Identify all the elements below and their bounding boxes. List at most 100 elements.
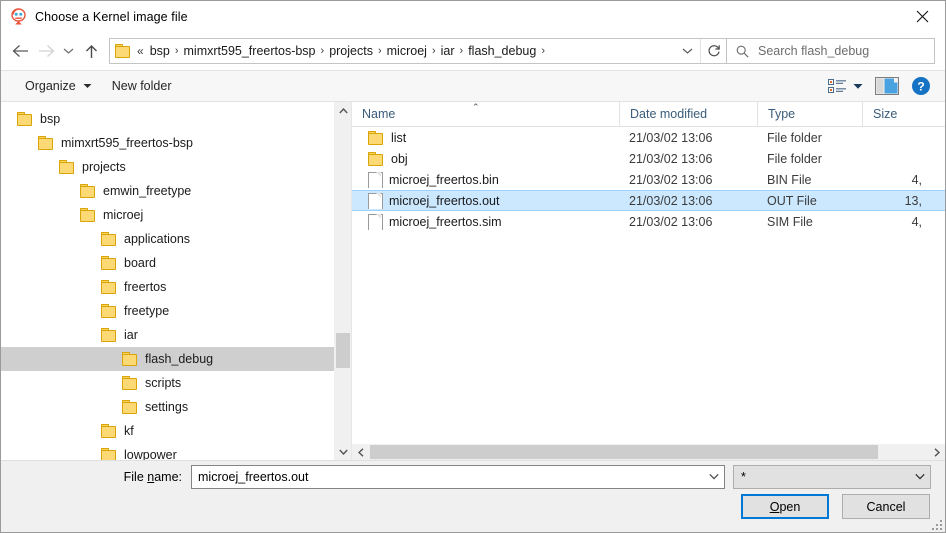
folder-tree-list: bsp mimxrt595_freertos-bsp projects emwin_f… [1, 107, 351, 460]
filename-value[interactable]: microej_freertos.out [192, 470, 704, 484]
cancel-label: Cancel [866, 499, 906, 514]
tree-item-label: kf [124, 424, 134, 438]
file-size-cell: 4, [862, 215, 922, 229]
up-level-icon[interactable] [78, 38, 104, 64]
folder-icon [368, 151, 384, 166]
tree-item-kf[interactable]: kf [1, 419, 351, 443]
search-input[interactable]: Search flash_debug [727, 38, 935, 64]
breadcrumb-separator[interactable]: › [430, 39, 438, 63]
column-header-size[interactable]: Size [862, 101, 922, 127]
scroll-down-icon[interactable] [335, 443, 351, 460]
new-folder-button[interactable]: New folder [102, 73, 182, 99]
breadcrumb-item-mimxrt595-freertos-bsp[interactable]: mimxrt595_freertos-bsp [181, 39, 319, 63]
tree-item-emwin-freetype[interactable]: emwin_freetype [1, 179, 351, 203]
tree-item-iar[interactable]: iar [1, 323, 351, 347]
scroll-up-icon[interactable] [335, 102, 351, 119]
tree-item-lowpower[interactable]: lowpower [1, 443, 351, 460]
tree-item-microej[interactable]: microej [1, 203, 351, 227]
filter-chevron-down-icon[interactable] [910, 466, 930, 488]
scroll-left-icon[interactable] [352, 444, 369, 461]
folder-tree-pane[interactable]: bsp mimxrt595_freertos-bsp projects emwin_f… [1, 102, 352, 460]
organize-label: Organize [25, 79, 76, 93]
column-header-date-modified[interactable]: Date modified [619, 101, 757, 127]
filename-chevron-down-icon[interactable] [704, 466, 724, 488]
tree-item-label: freetype [124, 304, 170, 318]
table-row[interactable]: obj 21/03/02 13:06 File folder [352, 148, 945, 169]
folder-icon [101, 256, 117, 270]
folder-icon [80, 184, 96, 198]
file-list-pane[interactable]: Name ⌃ Date modified Type Size list 21/03… [352, 101, 945, 460]
navigation-bar: « bsp › mimxrt595_freertos-bsp › project… [1, 32, 945, 70]
tree-item-label: freertos [124, 280, 167, 294]
column-header-name-label: Name [362, 106, 396, 121]
tree-item-mimxrt595-freertos-bsp[interactable]: mimxrt595_freertos-bsp [1, 131, 351, 155]
horizontal-scrollbar-thumb[interactable] [370, 445, 878, 459]
folder-icon [101, 424, 117, 438]
column-header-type[interactable]: Type [757, 101, 862, 127]
help-button[interactable]: ? [905, 73, 937, 99]
breadcrumb-item-iar[interactable]: iar [438, 39, 458, 63]
column-header-row: Name ⌃ Date modified Type Size [352, 101, 945, 127]
table-row[interactable]: list 21/03/02 13:06 File folder [352, 127, 945, 148]
tree-item-scripts[interactable]: scripts [1, 371, 351, 395]
sort-ascending-icon: ⌃ [472, 101, 480, 112]
organize-button[interactable]: Organize [15, 73, 102, 99]
recent-locations-chevron-down-icon[interactable] [59, 38, 78, 64]
column-header-name[interactable]: Name ⌃ [352, 102, 619, 127]
table-row[interactable]: microej_freertos.sim 21/03/02 13:06 SIM Fi… [352, 211, 945, 232]
breadcrumb-separator[interactable]: › [376, 39, 384, 63]
close-icon[interactable] [899, 1, 945, 31]
file-type-filter-dropdown[interactable]: * [733, 464, 931, 489]
file-size-cell: 13, [862, 194, 922, 208]
file-type-filter-value: * [741, 469, 746, 484]
new-folder-label: New folder [111, 79, 172, 93]
tree-scrollbar-thumb[interactable] [336, 333, 350, 368]
filename-row: File name: microej_freertos.out * [1, 464, 945, 489]
tree-item-settings[interactable]: settings [1, 395, 351, 419]
tree-item-flash-debug[interactable]: flash_debug [1, 347, 351, 371]
table-row[interactable]: microej_freertos.out 21/03/02 13:06 OUT Fi… [352, 190, 945, 211]
dialog-footer: File name: microej_freertos.out * Open C… [1, 460, 945, 532]
breadcrumb-separator[interactable]: › [458, 39, 466, 63]
tree-item-board[interactable]: board [1, 251, 351, 275]
breadcrumb-item-flash-debug[interactable]: flash_debug [465, 39, 539, 63]
scroll-right-icon[interactable] [928, 444, 945, 461]
address-chevron-down-icon[interactable] [674, 39, 700, 63]
folder-icon [17, 112, 33, 126]
breadcrumb-item-microej[interactable]: microej [384, 39, 430, 63]
chevron-down-icon [83, 84, 92, 88]
tree-vertical-scrollbar[interactable] [334, 102, 351, 460]
tree-item-freetype[interactable]: freetype [1, 299, 351, 323]
breadcrumb-separator[interactable]: › [539, 39, 547, 63]
tree-item-label: bsp [40, 112, 61, 126]
tree-item-projects[interactable]: projects [1, 155, 351, 179]
table-row[interactable]: microej_freertos.bin 21/03/02 13:06 BIN Fi… [352, 169, 945, 190]
tree-item-label: settings [145, 400, 189, 414]
refresh-icon[interactable] [700, 39, 726, 63]
open-label: pen [779, 499, 801, 514]
filename-field[interactable]: microej_freertos.out [191, 464, 725, 489]
folder-icon [122, 400, 138, 414]
view-options-button[interactable] [822, 73, 869, 99]
help-icon: ? [912, 77, 930, 95]
file-name-cell: microej_freertos.bin [352, 171, 619, 188]
file-list-horizontal-scrollbar[interactable] [352, 443, 945, 460]
file-date-cell: 21/03/02 13:06 [629, 214, 713, 229]
breadcrumb-separator[interactable]: › [173, 39, 181, 63]
cancel-button[interactable]: Cancel [842, 494, 930, 519]
address-folder-icon [115, 44, 131, 58]
open-button[interactable]: Open [741, 494, 829, 519]
resize-grip[interactable] [930, 518, 942, 530]
back-icon[interactable] [7, 38, 33, 64]
tree-item-bsp[interactable]: bsp [1, 107, 351, 131]
tree-item-freertos[interactable]: freertos [1, 275, 351, 299]
file-name-cell: list [352, 130, 619, 145]
address-bar[interactable]: « bsp › mimxrt595_freertos-bsp › project… [109, 38, 727, 64]
tree-item-applications[interactable]: applications [1, 227, 351, 251]
file-size-label: 4, [911, 214, 922, 229]
breadcrumb-overflow[interactable]: « [135, 39, 147, 63]
breadcrumb-item-projects[interactable]: projects [326, 39, 376, 63]
preview-pane-button[interactable] [869, 73, 905, 99]
breadcrumb-separator[interactable]: › [319, 39, 327, 63]
breadcrumb-item-bsp[interactable]: bsp [147, 39, 173, 63]
